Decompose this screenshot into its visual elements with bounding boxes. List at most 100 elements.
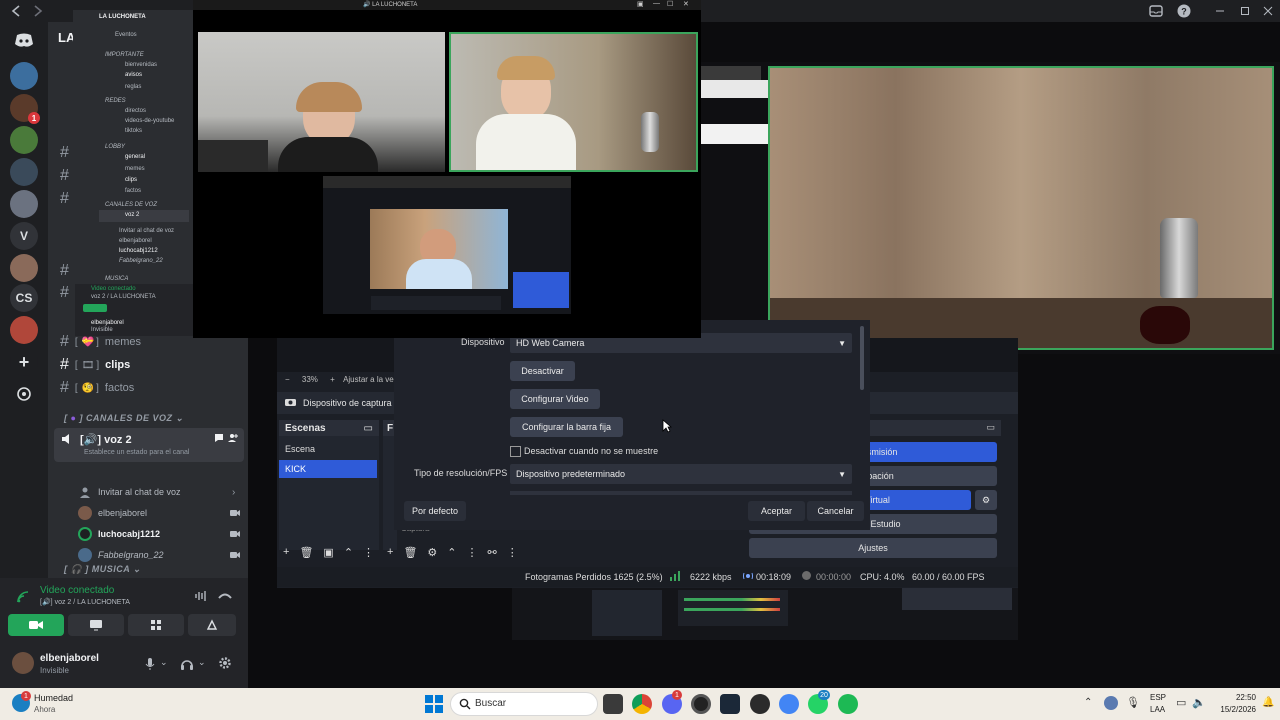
resolution-select[interactable]: Dispositivo predeterminado ▼ (510, 464, 852, 484)
voice-user-row[interactable]: luchocabj1212 (78, 524, 240, 544)
cancel-button[interactable]: Cancelar (807, 501, 864, 521)
configure-crossbar-button[interactable]: Configurar la barra fija (510, 417, 623, 437)
source-name[interactable]: Dispositivo de captura (303, 398, 392, 408)
gear-icon[interactable]: ⚙ (427, 546, 437, 559)
tray-app-icon[interactable] (1104, 696, 1118, 710)
link-icon[interactable]: ⚯ (488, 546, 497, 559)
server-cs[interactable]: CS (10, 284, 38, 312)
participant-camera-1[interactable] (198, 32, 445, 172)
channel-clips[interactable]: # [ 🎞 ] clips (48, 354, 248, 376)
participant-camera-large[interactable] (768, 66, 1274, 350)
volume-icon[interactable]: 🔈 (1192, 696, 1206, 709)
remove-scene-icon[interactable]: 🗑 (299, 546, 313, 559)
move-up-icon[interactable]: ⌃ (344, 546, 353, 559)
weather-label[interactable]: Humedad (34, 693, 73, 703)
move-up-icon[interactable]: ⌃ (447, 546, 456, 559)
voice-channel-active[interactable]: [🔊] voz 2 Establece un estado para el ca… (54, 428, 244, 462)
filter-icon[interactable]: ▣ (323, 546, 333, 559)
voice-path[interactable]: voz 2 / LA LUCHONETA (55, 599, 130, 606)
mini-server-name[interactable]: LA LUCHONETA (99, 14, 146, 20)
zoom-level[interactable]: 33% (302, 375, 318, 384)
sound-wave-icon[interactable] (194, 590, 208, 602)
spotify-icon[interactable] (838, 694, 858, 714)
server-icon[interactable] (10, 158, 38, 186)
add-member-icon[interactable] (228, 433, 238, 443)
chevron-down-icon[interactable]: ⌄ (198, 657, 206, 668)
clock-date[interactable]: 15/2/2026 (1208, 705, 1256, 714)
browser-icon[interactable] (779, 694, 799, 714)
screen-share-preview[interactable] (323, 176, 571, 314)
discord-home-button[interactable] (10, 26, 38, 54)
settings-button[interactable]: Ajustes (749, 538, 997, 558)
add-source-icon[interactable]: + (387, 546, 393, 559)
server-icon[interactable] (10, 316, 38, 344)
scene-item-selected[interactable]: KICK (279, 460, 377, 478)
whatsapp-icon[interactable]: 20 (808, 690, 830, 714)
language-sub[interactable]: LAA (1150, 705, 1165, 714)
task-view-icon[interactable] (603, 694, 623, 714)
windows-start-icon[interactable] (425, 695, 443, 713)
server-icon[interactable] (10, 190, 38, 218)
chat-icon[interactable] (214, 433, 224, 443)
scrollbar[interactable] (860, 326, 864, 390)
microphone-icon[interactable] (144, 657, 156, 671)
more-options-icon[interactable]: ⋮ (467, 546, 478, 559)
steam-icon[interactable] (720, 694, 740, 714)
server-v[interactable]: V (10, 222, 38, 250)
more-options-icon[interactable]: ⋮ (363, 546, 374, 559)
avatar[interactable] (12, 652, 34, 674)
deactivate-button[interactable]: Desactivar (510, 361, 575, 381)
activities-button[interactable] (128, 614, 184, 636)
invite-voice-row[interactable]: Invitar al chat de voz › (78, 482, 235, 502)
add-server-icon[interactable]: + (10, 348, 38, 376)
participant-camera-2[interactable] (449, 32, 698, 172)
inbox-icon[interactable] (1148, 3, 1164, 19)
server-icon[interactable] (10, 62, 38, 90)
configure-video-button[interactable]: Configurar Video (510, 389, 600, 409)
voice-user-row[interactable]: elbenjaborel (78, 503, 240, 523)
remove-source-icon[interactable]: 🗑 (403, 546, 417, 559)
voice-user-row[interactable]: Fabbelgrano_22 (78, 545, 240, 565)
chrome-icon[interactable] (632, 694, 652, 714)
disconnect-icon[interactable] (218, 590, 232, 602)
voice-category[interactable]: [ ● ] CANALES DE VOZ ⌄ (64, 413, 184, 424)
deactivate-when-hidden-checkbox[interactable] (510, 446, 521, 457)
headphones-icon[interactable] (180, 657, 194, 671)
soundboard-button[interactable] (188, 614, 236, 636)
mini-camera-button[interactable] (83, 304, 107, 312)
help-icon[interactable]: ? (1176, 3, 1192, 19)
back-arrow-icon[interactable] (8, 3, 24, 19)
network-icon[interactable]: ▭ (1176, 696, 1186, 709)
server-icon[interactable]: 1 (10, 94, 40, 124)
camera-toggle-button[interactable] (8, 614, 64, 636)
virtual-camera-settings-icon[interactable]: ⚙ (975, 490, 997, 510)
clock-time[interactable]: 22:50 (1212, 693, 1256, 702)
gear-icon[interactable] (218, 656, 232, 670)
panel-menu-icon[interactable]: ▭ (364, 423, 373, 434)
music-category[interactable]: [ 🎧 ] MUSICA ⌄ (64, 564, 141, 575)
channel-factos[interactable]: # [ 🧐 ] factos (48, 377, 248, 399)
notifications-icon[interactable]: 🔔 (1262, 697, 1274, 708)
weather-icon[interactable]: 1 (12, 691, 31, 712)
microphone-icon[interactable]: 🎙 (1126, 696, 1140, 709)
more-options-icon[interactable]: ⋮ (507, 546, 518, 559)
popout-icon[interactable]: ▣ (637, 0, 644, 8)
app-icon[interactable] (750, 694, 770, 714)
forward-arrow-icon[interactable] (30, 3, 46, 19)
accept-button[interactable]: Aceptar (748, 501, 805, 521)
chevron-down-icon[interactable]: ⌄ (160, 657, 168, 668)
screen-share-button[interactable] (68, 614, 124, 636)
maximize-icon[interactable] (1237, 3, 1253, 19)
server-icon[interactable] (10, 126, 38, 154)
close-icon[interactable] (1260, 3, 1276, 19)
chevron-up-icon[interactable]: ⌃ (1084, 697, 1092, 708)
minimize-icon[interactable] (1212, 3, 1228, 19)
panel-menu-icon[interactable]: ▭ (986, 422, 995, 433)
minimize-icon[interactable]: — (653, 0, 660, 7)
obs-icon[interactable] (691, 694, 711, 714)
discover-icon[interactable] (10, 380, 38, 408)
maximize-icon[interactable]: ☐ (667, 0, 673, 8)
add-scene-icon[interactable]: + (283, 546, 289, 559)
language-label[interactable]: ESP (1150, 693, 1166, 702)
defaults-button[interactable]: Por defecto (404, 501, 466, 521)
